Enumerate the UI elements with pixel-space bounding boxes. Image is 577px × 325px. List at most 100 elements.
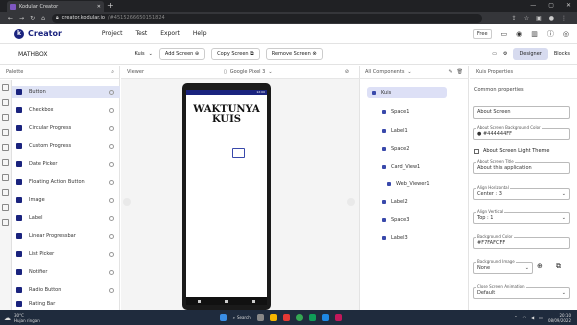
app-icon[interactable] <box>334 314 342 321</box>
hide-components-icon[interactable]: ⊘ <box>345 69 349 75</box>
weather-widget[interactable]: 30°C Hujan ringan <box>14 313 40 323</box>
taskbar-search[interactable]: ⌕ Search <box>233 315 251 320</box>
bookmark-star-icon[interactable]: ☆ <box>524 15 529 22</box>
forward-icon[interactable]: → <box>19 15 24 22</box>
menu-export[interactable]: Export <box>160 30 180 37</box>
palette-item-image[interactable]: Image <box>12 194 120 206</box>
palette-item-date-picker[interactable]: Date Picker <box>12 158 120 170</box>
device-selector[interactable]: ▯ Google Pixel 3 ⌄ <box>224 69 273 75</box>
battery-icon[interactable]: ▭ <box>539 315 543 320</box>
info-icon[interactable] <box>109 107 114 113</box>
info-icon[interactable] <box>109 251 114 257</box>
new-tab-button[interactable]: + <box>107 0 117 12</box>
info-icon[interactable] <box>109 287 114 293</box>
info-icon[interactable] <box>109 125 114 131</box>
category-layout-icon[interactable] <box>2 99 9 106</box>
copy-screen-button[interactable]: Copy Screen ⧉ <box>211 48 260 60</box>
about-screen-textarea[interactable]: About Screen <box>473 106 570 119</box>
category-connectivity-icon[interactable] <box>2 204 9 211</box>
projects-icon[interactable]: ▭ <box>501 30 508 38</box>
store-icon[interactable]: ▥ <box>531 30 538 38</box>
reload-icon[interactable]: ↻ <box>30 15 35 22</box>
upload-image-icon[interactable]: ⊕ <box>537 262 543 270</box>
wifi-icon[interactable]: ◠ <box>523 315 527 320</box>
file-explorer-icon[interactable] <box>269 314 277 321</box>
palette-item-rating-bar[interactable]: Rating Bar <box>12 299 120 309</box>
palette-item-button[interactable]: Button <box>12 86 120 98</box>
profile-icon[interactable]: ● <box>549 15 554 22</box>
browser-menu-icon[interactable]: ⋮ <box>561 15 567 22</box>
palette-search-icon[interactable]: ⌕ <box>111 69 114 75</box>
blocks-button[interactable]: Blocks <box>554 51 570 57</box>
web-viewer-icon[interactable] <box>232 148 245 158</box>
back-icon[interactable]: ← <box>8 15 13 22</box>
palette-item-radio-button[interactable]: Radio Button <box>12 284 120 296</box>
gallery-icon[interactable]: ◉ <box>516 30 522 38</box>
component-label2[interactable]: Label2 <box>382 196 408 207</box>
tray-chevron-icon[interactable]: ⌃ <box>514 315 517 320</box>
browser-tab[interactable]: Kodular Creator ✕ <box>7 1 104 12</box>
info-icon[interactable] <box>109 215 114 221</box>
category-user-interface-icon[interactable] <box>2 84 9 91</box>
close-tab-icon[interactable]: ✕ <box>97 4 101 10</box>
chevron-down-icon[interactable]: ⌄ <box>407 69 411 75</box>
designer-button[interactable]: Designer <box>513 48 548 60</box>
screen-selector[interactable]: Kuis ⌄ <box>134 51 152 57</box>
palette-item-notifier[interactable]: Notifier <box>12 266 120 278</box>
help-icon[interactable]: ⓘ <box>547 29 554 39</box>
viewer-scroll-right-button[interactable] <box>347 198 355 206</box>
preview-icon[interactable]: ▭ <box>492 51 497 57</box>
task-view-icon[interactable] <box>256 314 264 321</box>
category-social-icon[interactable] <box>2 174 9 181</box>
close-window-icon[interactable]: ✕ <box>566 0 571 12</box>
app-icon[interactable] <box>282 314 290 321</box>
category-maps-icon[interactable] <box>2 144 9 151</box>
component-label3[interactable]: Label3 <box>382 232 408 243</box>
maximize-icon[interactable]: ▢ <box>548 0 554 12</box>
open-image-icon[interactable]: ⧉ <box>556 262 561 271</box>
menu-project[interactable]: Project <box>102 30 123 37</box>
settings-icon[interactable]: ⚙ <box>503 51 507 57</box>
palette-item-circular-progress[interactable]: Circular Progress <box>12 122 120 134</box>
add-screen-button[interactable]: Add Screen ⊕ <box>158 48 206 60</box>
volume-icon[interactable]: ◀ <box>531 315 534 320</box>
quiz-title-label[interactable]: WAKTUNYA KUIS <box>186 105 267 125</box>
category-media-icon[interactable] <box>2 114 9 121</box>
menu-test[interactable]: Test <box>135 30 147 37</box>
minimize-icon[interactable]: — <box>530 0 536 12</box>
extensions-icon[interactable]: ▣ <box>536 15 542 22</box>
info-icon[interactable] <box>109 161 114 167</box>
component-space2[interactable]: Space2 <box>382 143 409 154</box>
component-web-viewer1[interactable]: Web_Viewer1 <box>387 178 430 189</box>
info-icon[interactable] <box>109 89 114 95</box>
rename-icon[interactable]: ✎ <box>448 69 452 75</box>
component-space3[interactable]: Space3 <box>382 214 409 225</box>
chrome-icon[interactable] <box>295 314 303 321</box>
info-icon[interactable] <box>109 143 114 149</box>
palette-item-checkbox[interactable]: Checkbox <box>12 104 120 116</box>
category-drawing-icon[interactable] <box>2 129 9 136</box>
palette-item-floating-action-button[interactable]: Floating Action Button <box>12 176 120 188</box>
category-sensors-icon[interactable] <box>2 159 9 166</box>
light-theme-checkbox[interactable] <box>474 148 479 154</box>
remove-screen-button[interactable]: Remove Screen ⊗ <box>265 48 323 60</box>
delete-icon[interactable]: 🗑︎ <box>457 69 463 75</box>
clock[interactable]: 20:10 08/09/2022 <box>548 313 571 323</box>
info-icon[interactable] <box>109 197 114 203</box>
palette-item-custom-progress[interactable]: Custom Progress <box>12 140 120 152</box>
home-icon[interactable]: ⌂ <box>41 15 45 22</box>
info-icon[interactable] <box>109 269 114 275</box>
account-icon[interactable]: ◎ <box>563 30 569 38</box>
menu-help[interactable]: Help <box>193 30 207 37</box>
info-icon[interactable] <box>109 233 114 239</box>
component-card-view1[interactable]: Card_View1 <box>382 161 420 172</box>
info-icon[interactable] <box>109 179 114 185</box>
component-label1[interactable]: Label1 <box>382 125 408 136</box>
url-input[interactable]: 🔒︎ creator.kodular.io/#4515266650151824 <box>52 13 482 23</box>
app-icon[interactable] <box>321 314 329 321</box>
palette-item-linear-progressbar[interactable]: Linear Progressbar <box>12 230 120 242</box>
palette-item-label[interactable]: Label <box>12 212 120 224</box>
share-icon[interactable]: ⇪ <box>512 15 517 22</box>
start-icon[interactable] <box>219 314 227 321</box>
category-storage-icon[interactable] <box>2 189 9 196</box>
